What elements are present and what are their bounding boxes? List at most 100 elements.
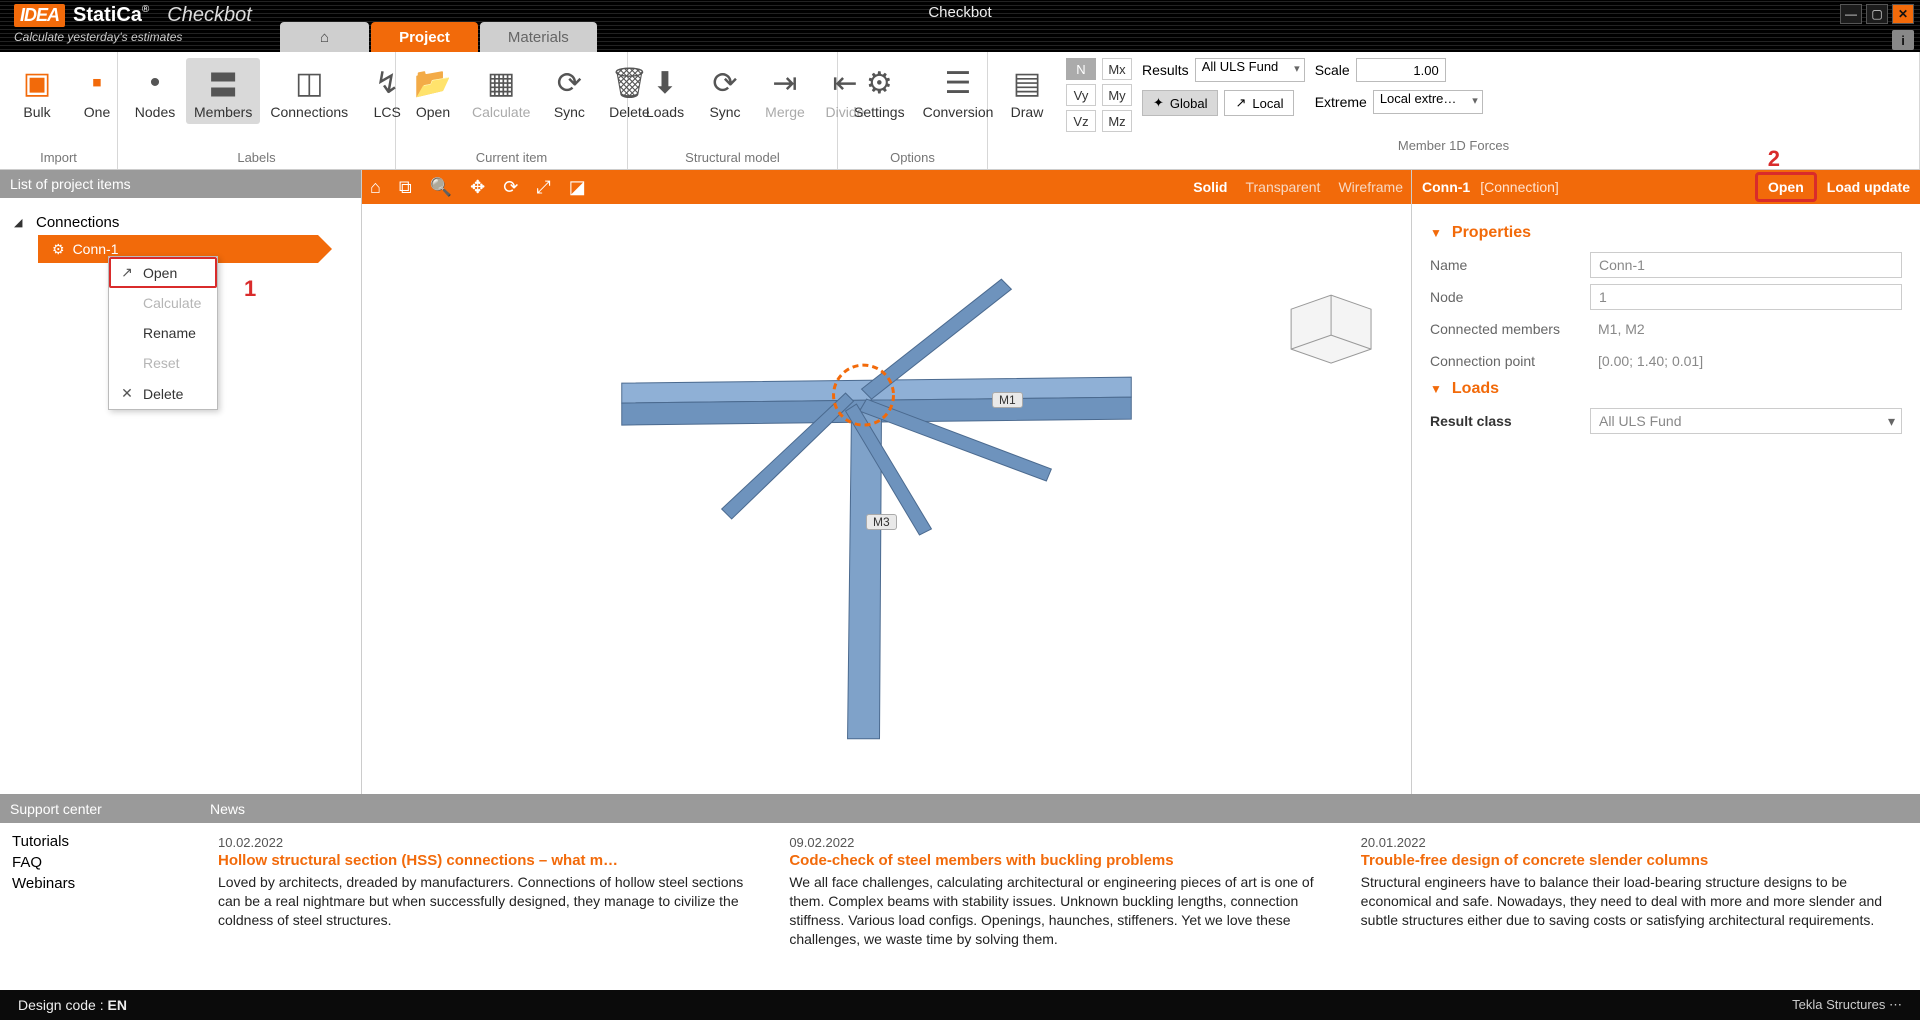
- results-dropdown[interactable]: All ULS Fund: [1195, 58, 1305, 82]
- perspective-icon[interactable]: ◪: [569, 177, 586, 198]
- news-title: Trouble-free design of concrete slender …: [1361, 852, 1902, 869]
- current-calculate-button[interactable]: ▦Calculate: [464, 58, 538, 124]
- brand-app: Checkbot: [167, 4, 252, 27]
- tab-home[interactable]: ⌂: [280, 22, 369, 52]
- section-properties[interactable]: ▼Properties: [1430, 224, 1902, 242]
- connections-icon: ◫: [288, 62, 330, 104]
- loads-resultclass-dropdown[interactable]: All ULS Fund: [1590, 408, 1902, 434]
- tab-project[interactable]: Project: [371, 22, 478, 52]
- maximize-button[interactable]: ▢: [1866, 4, 1888, 24]
- prop-name-label: Name: [1430, 257, 1590, 273]
- ctx-calculate[interactable]: Calculate: [109, 288, 217, 318]
- current-sync-button[interactable]: ⟳Sync: [540, 58, 598, 124]
- forces-draw-button[interactable]: ▤Draw: [998, 58, 1056, 124]
- ctx-open[interactable]: ↗Open: [109, 257, 217, 288]
- pan-icon[interactable]: ✥: [470, 177, 485, 198]
- link-webinars[interactable]: Webinars: [12, 875, 188, 892]
- info-button[interactable]: i: [1892, 30, 1914, 50]
- ribbon: ▣Bulk ▪One Import •Nodes 〓Members ◫Conne…: [0, 52, 1920, 170]
- link-tutorials[interactable]: Tutorials: [12, 833, 188, 850]
- labels-members-button[interactable]: 〓Members: [186, 58, 260, 124]
- prop-cp-value: [0.00; 1.40; 0.01]: [1590, 348, 1902, 374]
- current-open-button[interactable]: 📂Open: [404, 58, 462, 124]
- fit-icon[interactable]: ⤢: [536, 177, 550, 198]
- extreme-label: Extreme: [1315, 94, 1367, 110]
- settings-icon: ⚙: [858, 62, 900, 104]
- ctx-rename[interactable]: Rename: [109, 318, 217, 348]
- force-vy[interactable]: Vy: [1066, 84, 1096, 106]
- ctx-delete[interactable]: ✕Delete: [109, 378, 217, 409]
- member-tag-m3: M3: [866, 514, 897, 530]
- prop-cp-label: Connection point: [1430, 353, 1590, 369]
- local-icon: ↗: [1235, 95, 1246, 111]
- tree-connections-node[interactable]: ◢Connections: [8, 210, 353, 235]
- minimize-button[interactable]: —: [1840, 4, 1862, 24]
- context-menu: ↗Open Calculate Rename Reset ✕Delete: [108, 256, 218, 410]
- force-mx[interactable]: Mx: [1102, 58, 1132, 80]
- rp-load-update-button[interactable]: Load update: [1827, 179, 1910, 195]
- scale-label: Scale: [1315, 62, 1350, 78]
- group-options-label: Options: [838, 150, 987, 169]
- news-header: News: [200, 795, 1920, 823]
- prop-connected-value: M1, M2: [1590, 316, 1902, 342]
- labels-connections-button[interactable]: ◫Connections: [262, 58, 356, 124]
- struct-loads-button[interactable]: ⬇Loads: [636, 58, 694, 124]
- project-tree: ◢Connections ⚙Conn-1 ↗Open Calculate Ren…: [0, 198, 361, 275]
- force-my[interactable]: My: [1102, 84, 1132, 106]
- news-title: Code-check of steel members with bucklin…: [789, 852, 1330, 869]
- group-import-label: Import: [0, 150, 117, 169]
- link-faq[interactable]: FAQ: [12, 854, 188, 871]
- group-structural-label: Structural model: [628, 150, 837, 169]
- options-settings-button[interactable]: ⚙Settings: [846, 58, 913, 124]
- ctx-reset[interactable]: Reset: [109, 348, 217, 378]
- force-mz[interactable]: Mz: [1102, 110, 1132, 132]
- nodes-icon: •: [134, 62, 176, 104]
- design-code-value: EN: [108, 997, 127, 1013]
- mode-solid[interactable]: Solid: [1193, 179, 1227, 195]
- news-item[interactable]: 10.02.2022 Hollow structural section (HS…: [218, 835, 759, 978]
- close-button[interactable]: ✕: [1892, 4, 1914, 24]
- news-body: Structural engineers have to balance the…: [1361, 873, 1902, 930]
- zoom-region-icon[interactable]: ⧉: [399, 177, 412, 198]
- mode-wireframe[interactable]: Wireframe: [1338, 179, 1403, 195]
- rp-title: Conn-1: [1422, 179, 1470, 195]
- bulk-icon: ▣: [16, 62, 58, 104]
- global-button[interactable]: ✦Global: [1142, 90, 1218, 116]
- one-icon: ▪: [76, 62, 118, 104]
- calculate-icon: ▦: [480, 62, 522, 104]
- news-body: Loved by architects, dreaded by manufact…: [218, 873, 759, 930]
- home-view-icon[interactable]: ⌂: [370, 177, 381, 198]
- mode-transparent[interactable]: Transparent: [1245, 179, 1320, 195]
- rp-open-button[interactable]: Open: [1755, 172, 1817, 202]
- labels-nodes-button[interactable]: •Nodes: [126, 58, 184, 124]
- group-current-label: Current item: [396, 150, 627, 169]
- news-item[interactable]: 09.02.2022 Code-check of steel members w…: [789, 835, 1330, 978]
- prop-node-value[interactable]: 1: [1590, 284, 1902, 310]
- open-icon: 📂: [412, 62, 454, 104]
- sync2-icon: ⟳: [704, 62, 746, 104]
- struct-sync-button[interactable]: ⟳Sync: [696, 58, 754, 124]
- right-panel-header: Conn-1 [Connection] Open Load update 2: [1412, 170, 1920, 204]
- zoom-icon[interactable]: 🔍: [430, 177, 452, 198]
- prop-name-value[interactable]: Conn-1: [1590, 252, 1902, 278]
- rp-type: [Connection]: [1480, 179, 1559, 195]
- scale-input[interactable]: [1356, 58, 1446, 82]
- force-n[interactable]: N: [1066, 58, 1096, 80]
- news-date: 10.02.2022: [218, 835, 759, 850]
- local-button[interactable]: ↗Local: [1224, 90, 1294, 116]
- open-icon: ↗: [119, 264, 135, 281]
- status-bar: Design code : EN Tekla Structures ⋯: [0, 990, 1920, 1020]
- tab-materials[interactable]: Materials: [480, 22, 597, 52]
- import-bulk-button[interactable]: ▣Bulk: [8, 58, 66, 124]
- design-code-label: Design code :: [18, 997, 104, 1013]
- rotate-icon[interactable]: ⟳: [503, 177, 518, 198]
- struct-merge-button[interactable]: ⇥Merge: [756, 58, 814, 124]
- news-item[interactable]: 20.01.2022 Trouble-free design of concre…: [1361, 835, 1902, 978]
- force-vz[interactable]: Vz: [1066, 110, 1096, 132]
- section-loads[interactable]: ▼Loads: [1430, 380, 1902, 398]
- members-icon: 〓: [202, 62, 244, 104]
- scene-3d[interactable]: M1 M3: [362, 204, 1411, 794]
- viewport-toolbar: ⌂ ⧉ 🔍 ✥ ⟳ ⤢ ◪ Solid Transparent Wirefram…: [362, 170, 1411, 204]
- extreme-dropdown[interactable]: Local extre…: [1373, 90, 1483, 114]
- main-tabs: ⌂ Project Materials: [280, 22, 599, 52]
